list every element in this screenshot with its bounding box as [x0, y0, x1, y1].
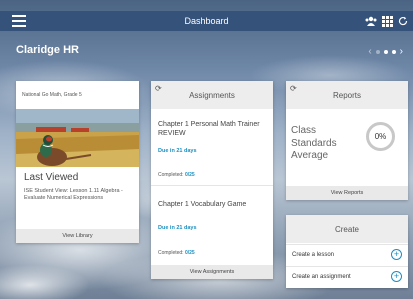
- refresh-icon[interactable]: [397, 14, 409, 28]
- users-icon[interactable]: [364, 14, 378, 28]
- course-name: National Go Math, Grade 5: [22, 92, 82, 98]
- pager-dot[interactable]: [375, 50, 380, 54]
- completed-value: 0/25: [184, 172, 195, 178]
- organization-name: Claridge HR: [16, 44, 79, 56]
- reports-header: ⟳ Reports: [286, 81, 408, 109]
- refresh-icon[interactable]: ⟳: [155, 84, 162, 93]
- assignment-completed: Completed: 0/25: [158, 250, 195, 256]
- plus-circle-icon[interactable]: +: [391, 249, 402, 260]
- assignment-title[interactable]: Chapter 1 Vocabulary Game: [158, 201, 268, 210]
- assignments-title: Assignments: [189, 90, 235, 100]
- standards-average-value: 0%: [374, 132, 387, 141]
- assignments-card: ⟳ Assignments Chapter 1 Personal Math Tr…: [151, 81, 273, 279]
- completed-label: Completed:: [158, 172, 184, 178]
- create-title: Create: [334, 224, 359, 234]
- grid-icon[interactable]: [380, 14, 394, 28]
- assignment-title[interactable]: Chapter 1 Personal Math Trainer REVIEW: [158, 121, 268, 139]
- view-reports-link[interactable]: View Reports: [286, 186, 408, 200]
- lesson-thumbnail: [16, 109, 139, 167]
- reports-card: ⟳ Reports Class Standards Average 0% Vie…: [286, 81, 408, 200]
- completed-label: Completed:: [158, 250, 184, 256]
- assignment-due: Due in 21 days: [158, 225, 197, 231]
- chevron-left-icon[interactable]: ‹: [368, 47, 371, 57]
- assignments-header: ⟳ Assignments: [151, 81, 273, 109]
- class-standards-label: Class Standards Average: [291, 125, 337, 161]
- assignment-completed: Completed: 0/25: [158, 172, 195, 178]
- completed-value: 0/25: [184, 250, 195, 256]
- pager-dot-active[interactable]: [383, 50, 388, 54]
- reports-title: Reports: [332, 90, 361, 100]
- page-title: Dashboard: [184, 16, 229, 26]
- create-header: Create: [286, 215, 408, 243]
- carousel-pager: ‹ ›: [368, 47, 403, 57]
- create-assignment-label: Create an assignment: [292, 274, 351, 280]
- view-assignments-link[interactable]: View Assignments: [151, 265, 273, 279]
- assignment-item[interactable]: Chapter 1 Vocabulary Game Due in 21 days…: [151, 186, 273, 263]
- plus-circle-icon[interactable]: +: [391, 271, 402, 282]
- top-bar: Dashboard: [0, 11, 413, 31]
- assignment-item[interactable]: Chapter 1 Personal Math Trainer REVIEW D…: [151, 109, 273, 186]
- create-assignment-button[interactable]: Create an assignment +: [286, 266, 408, 288]
- refresh-icon[interactable]: ⟳: [290, 84, 297, 93]
- last-viewed-card[interactable]: National Go Math, Grade 5 Last Viewed IS…: [16, 81, 139, 243]
- chevron-right-icon[interactable]: ›: [400, 47, 403, 57]
- create-lesson-button[interactable]: Create a lesson +: [286, 244, 408, 266]
- pager-dot[interactable]: [391, 50, 396, 54]
- assignment-due: Due in 21 days: [158, 148, 197, 154]
- create-lesson-label: Create a lesson: [292, 252, 335, 258]
- last-viewed-title: Last Viewed: [24, 172, 79, 183]
- last-viewed-description[interactable]: ISE Student View: Lesson 1.11 Algebra - …: [24, 188, 134, 202]
- view-library-link[interactable]: View Library: [16, 229, 139, 243]
- standards-average-ring: 0%: [366, 122, 395, 151]
- create-card: Create Create a lesson + Create an assig…: [286, 215, 408, 288]
